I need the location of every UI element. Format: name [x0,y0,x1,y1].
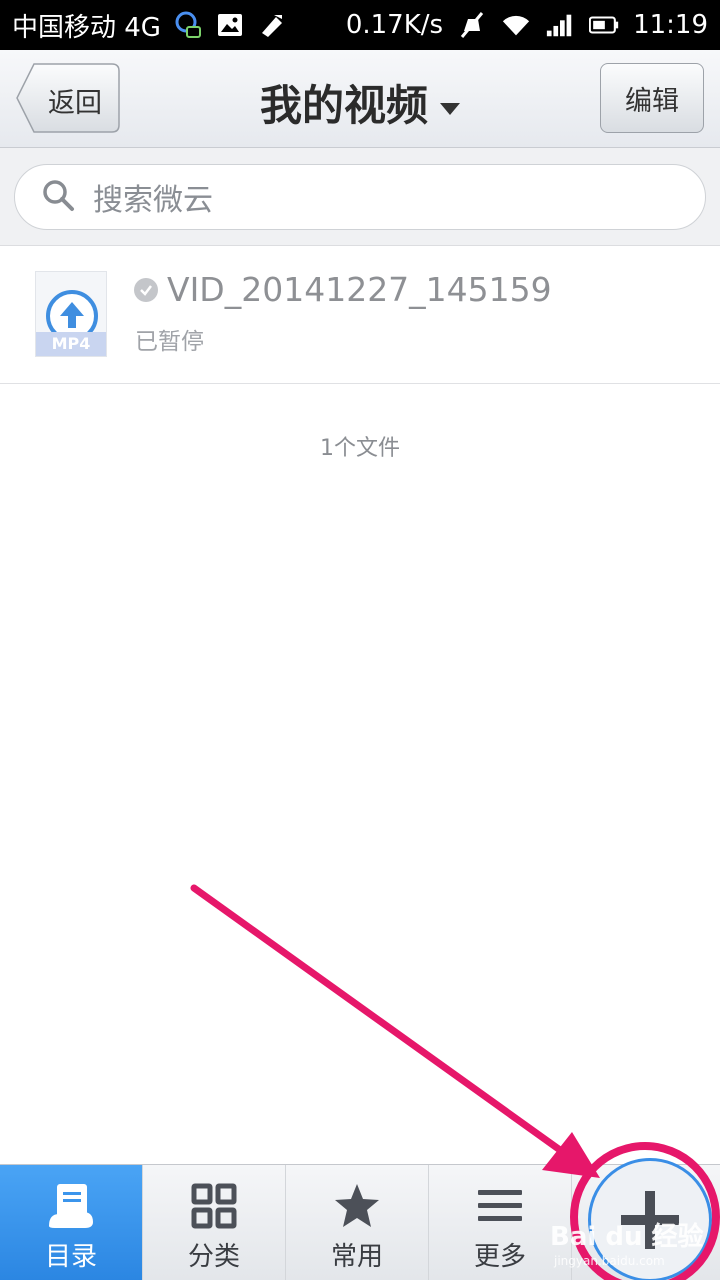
nav-label: 更多 [473,1242,526,1272]
edit-button[interactable]: 编辑 [600,63,704,133]
search-placeholder: 搜索微云 [93,183,213,218]
nav-label: 分类 [187,1242,240,1272]
file-extension: MP4 [36,332,106,356]
search-input[interactable]: 搜索微云 [14,164,706,230]
directory-icon [47,1182,95,1230]
battery-icon [589,10,619,40]
chat-notification-icon [173,10,203,40]
star-icon [333,1182,381,1230]
title-bar: 返回 我的视频 编辑 [0,50,720,148]
menu-icon [476,1182,524,1230]
grid-icon [190,1182,238,1230]
caret-down-icon [440,102,460,115]
search-area: 搜索微云 [0,148,720,246]
search-icon [41,178,75,216]
carrier-text: 中国移动 4G [12,12,161,43]
watermark-url: jingyan.baidu.com [554,1254,665,1268]
file-count: 1个文件 [320,436,400,461]
list-item[interactable]: MP4 VID_20141227_145159 已暂停 [0,246,720,384]
nav-label: 常用 [330,1242,383,1272]
video-file-thumbnail: MP4 [35,271,107,357]
network-speed: 0.17K/s [345,10,444,40]
page-title-text: 我的视频 [259,81,428,130]
signal-icon [545,10,575,40]
nav-label: 目录 [44,1242,97,1272]
nav-item-directory[interactable]: 目录 [0,1165,143,1280]
watermark-logo: Bai du 经验 [550,1222,704,1252]
nav-item-favorites[interactable]: 常用 [286,1165,429,1280]
nav-item-category[interactable]: 分类 [143,1165,286,1280]
tool-notification-icon [257,10,287,40]
edit-button-label: 编辑 [625,85,679,117]
status-bar: 中国移动 4G 0.17K/s 11:19 [0,0,720,50]
file-name: VID_20141227_145159 [167,270,552,309]
mute-icon [457,10,487,40]
image-notification-icon [215,10,245,40]
wifi-icon [501,10,531,40]
clock: 11:19 [633,10,708,40]
check-icon [134,278,158,302]
file-status: 已暂停 [135,329,204,355]
